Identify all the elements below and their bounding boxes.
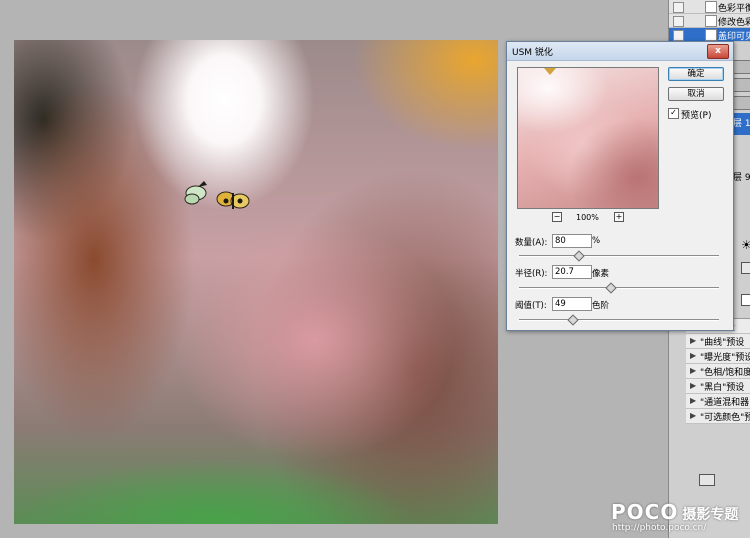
adjustment-presets-list: 设 ▶"曲线"预设 ▶"曝光度"预设 ▶"色相/饱和度" ▶"黑白"预设 ▶"通… — [686, 318, 750, 424]
history-checkbox[interactable] — [673, 2, 684, 13]
filter-preview-pane[interactable] — [517, 67, 659, 209]
preset-label: "通道混和器" — [700, 398, 750, 408]
expand-arrow-icon[interactable]: ▶ — [690, 381, 696, 390]
zoom-out-button[interactable]: − — [552, 212, 562, 222]
usm-sharpen-dialog: USM 锐化 x 确定 取消 ✓ 预览(P) − 100% + 数量(A): 8… — [506, 41, 734, 331]
threshold-slider-thumb[interactable] — [567, 314, 579, 326]
history-state-icon — [705, 15, 717, 27]
threshold-unit: 色阶 — [592, 301, 610, 311]
threshold-input[interactable]: 49 — [552, 297, 592, 311]
preset-item[interactable]: ▶ "曲线"预设 — [686, 334, 750, 349]
layer-mask-icon[interactable] — [741, 294, 750, 306]
radius-input[interactable]: 20.7 — [552, 265, 592, 279]
preset-item[interactable]: ▶ "色相/饱和度" — [686, 364, 750, 379]
layer-name: 层 9 — [733, 173, 750, 183]
history-label: 色彩平衡 — [718, 4, 750, 14]
preset-label: "黑白"预设 — [700, 383, 745, 393]
expand-arrow-icon[interactable]: ▶ — [690, 366, 696, 375]
close-button[interactable]: x — [707, 44, 729, 59]
history-row[interactable]: 修改色彩 — [669, 14, 750, 28]
preset-label: "可选颜色"预设 — [700, 413, 750, 423]
threshold-slider-track[interactable] — [519, 319, 719, 321]
zoom-in-button[interactable]: + — [614, 212, 624, 222]
history-state-icon — [705, 29, 717, 41]
preset-item[interactable]: ▶ "黑白"预设 — [686, 379, 750, 394]
amount-unit: % — [592, 236, 601, 246]
expand-arrow-icon[interactable]: ▶ — [690, 396, 696, 405]
amount-label: 数量(A): — [515, 238, 548, 248]
radius-unit: 像素 — [592, 269, 610, 279]
expand-arrow-icon[interactable]: ▶ — [690, 336, 696, 345]
adjustment-icon[interactable] — [741, 262, 750, 274]
brightness-icon[interactable]: ☀ — [741, 238, 750, 252]
butterfly-fragment-icon — [544, 68, 556, 75]
preview-checkbox[interactable]: ✓ — [668, 108, 679, 119]
history-checkbox[interactable] — [673, 30, 684, 41]
preset-item[interactable]: ▶ "曝光度"预设 — [686, 349, 750, 364]
layer-row[interactable]: 层 9 — [733, 170, 750, 184]
panel-thumbnail-icon[interactable] — [733, 78, 750, 92]
threshold-label: 阈值(T): — [515, 301, 547, 311]
radius-label: 半径(R): — [515, 269, 548, 279]
amount-input[interactable]: 80 — [552, 234, 592, 248]
radius-slider-track[interactable] — [519, 287, 719, 289]
history-row[interactable]: 色彩平衡 — [669, 0, 750, 14]
panel-thumbnail-icon[interactable] — [733, 60, 750, 74]
preset-label: "曲线"预设 — [700, 338, 745, 348]
history-state-icon — [705, 1, 717, 13]
preset-label: "曝光度"预设 — [700, 353, 750, 363]
history-label: 修改色彩 — [718, 18, 750, 28]
watermark-url: http://photo.poco.cn/ — [612, 523, 707, 533]
radius-slider-thumb[interactable] — [605, 282, 617, 294]
expand-arrow-icon[interactable]: ▶ — [690, 411, 696, 420]
butterflies-illustration — [184, 181, 250, 209]
preview-label: 预览(P) — [681, 111, 712, 121]
expand-arrow-icon[interactable]: ▶ — [690, 351, 696, 360]
document-canvas[interactable] — [14, 40, 498, 524]
amount-slider-thumb[interactable] — [573, 250, 585, 262]
dialog-titlebar[interactable]: USM 锐化 x — [507, 42, 733, 61]
watermark-brand: POCO — [611, 500, 679, 524]
panel-thumbnail-icon[interactable] — [733, 96, 750, 110]
history-checkbox[interactable] — [673, 16, 684, 27]
layer-row-selected[interactable]: 层 10 — [733, 113, 750, 135]
watermark: POCO 摄影专题 — [611, 500, 738, 524]
amount-slider-track[interactable] — [519, 255, 719, 257]
ok-button[interactable]: 确定 — [668, 67, 724, 81]
butterfly-left — [184, 181, 207, 205]
preset-label: "色相/饱和度" — [700, 368, 750, 378]
butterfly-right — [216, 191, 250, 209]
history-row-selected[interactable]: 盖印可见 — [669, 28, 750, 42]
watermark-subtitle: 摄影专题 — [682, 507, 739, 523]
panel-footer-icon[interactable] — [699, 474, 715, 486]
preset-item[interactable]: ▶ "可选颜色"预设 — [686, 409, 750, 424]
dialog-title: USM 锐化 — [512, 48, 553, 58]
zoom-level: 100% — [576, 213, 599, 222]
cancel-button[interactable]: 取消 — [668, 87, 724, 101]
layer-name: 层 10 — [733, 119, 750, 129]
preset-item[interactable]: ▶ "通道混和器" — [686, 394, 750, 409]
